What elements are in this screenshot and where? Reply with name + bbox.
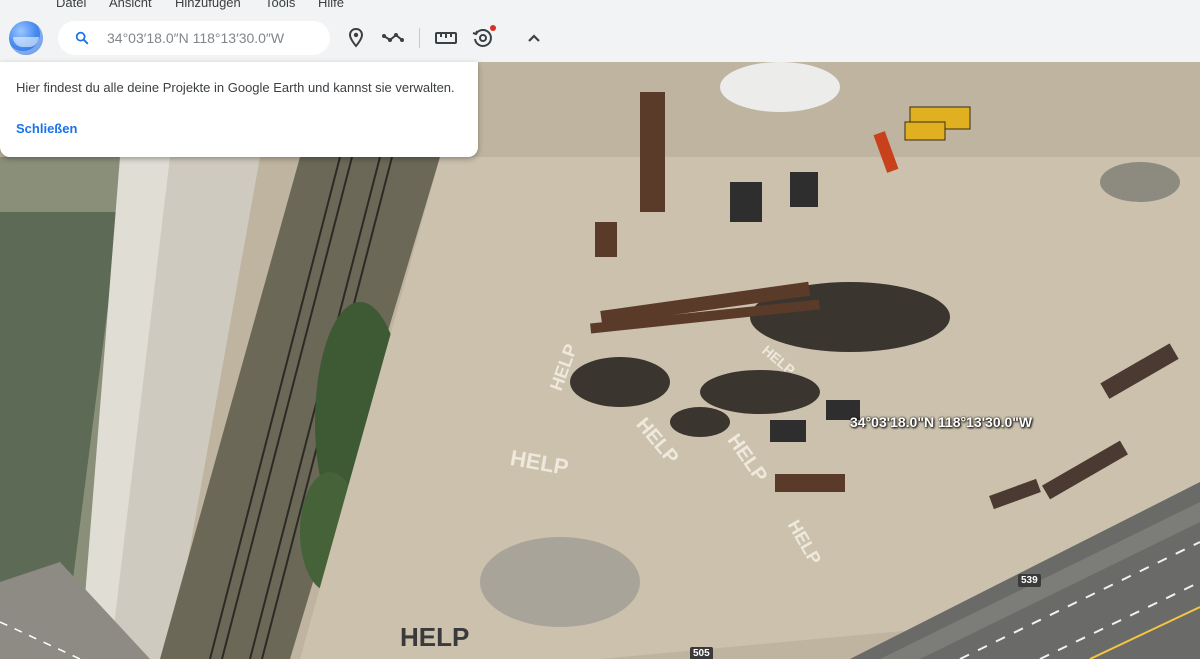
ruler-button[interactable]: [433, 25, 459, 51]
menu-tools[interactable]: Tools: [265, 0, 295, 10]
toolbar-divider: [419, 28, 420, 48]
road-shield: 505: [690, 647, 713, 659]
menu-bar: Datei Ansicht Hinzufügen Tools Hilfe: [0, 0, 1200, 14]
notification-dot: [490, 25, 496, 31]
google-earth-logo[interactable]: [9, 21, 43, 55]
menu-hilfe[interactable]: Hilfe: [318, 0, 344, 10]
popup-message: Hier findest du alle deine Projekte in G…: [16, 80, 455, 95]
historical-imagery-button[interactable]: [470, 25, 496, 51]
placemark-button[interactable]: [343, 25, 369, 51]
search-icon[interactable]: [74, 30, 90, 46]
toolbar: 34°03′18.0″N 118°13′30.0″W: [0, 14, 1200, 62]
ground-text-help: HELP: [400, 622, 470, 652]
menu-datei[interactable]: Datei: [56, 0, 86, 10]
close-button[interactable]: Schließen: [16, 121, 77, 136]
menu-ansicht[interactable]: Ansicht: [109, 0, 152, 10]
path-button[interactable]: [380, 25, 406, 51]
projects-info-popup: Hier findest du alle deine Projekte in G…: [0, 62, 478, 157]
chevron-up-icon: [528, 34, 540, 42]
menu-hinzufuegen[interactable]: Hinzufügen: [175, 0, 241, 10]
collapse-toolbar-button[interactable]: [521, 25, 547, 51]
path-icon: [382, 33, 404, 42]
search-bar[interactable]: 34°03′18.0″N 118°13′30.0″W: [58, 21, 330, 55]
map-pin-icon: [348, 27, 364, 48]
search-input[interactable]: 34°03′18.0″N 118°13′30.0″W: [107, 30, 284, 46]
ruler-icon: [435, 32, 457, 44]
road-shield: 539: [1018, 574, 1041, 587]
placemark-label: 34°03'18.0"N 118°13'30.0"W: [850, 414, 1033, 430]
